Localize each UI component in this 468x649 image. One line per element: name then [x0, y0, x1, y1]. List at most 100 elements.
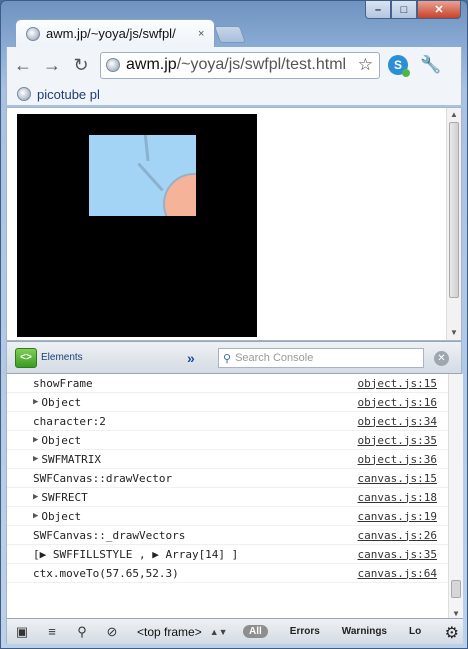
- expand-triangle-icon[interactable]: ▶: [33, 435, 38, 445]
- scrollbar-thumb[interactable]: [449, 122, 459, 298]
- source-link[interactable]: canvas.js:26: [358, 529, 437, 542]
- swf-sprite: [89, 135, 196, 216]
- source-link[interactable]: object.js:35: [358, 434, 437, 447]
- console-row: SWFCanvas::drawVector canvas.js:15: [7, 469, 463, 488]
- swf-stage: [17, 114, 257, 337]
- elements-icon[interactable]: <>: [15, 347, 37, 368]
- select-arrows-icon: ▲▼: [209, 626, 228, 637]
- console-message: Object: [41, 509, 82, 523]
- console-message: showFrame: [33, 376, 93, 390]
- console-row[interactable]: ▶ SWFRECT canvas.js:18: [7, 488, 463, 507]
- expand-triangle-icon[interactable]: ▶: [33, 454, 38, 464]
- scrollbar-thumb[interactable]: [451, 580, 461, 598]
- page-scrollbar[interactable]: ▲ ▼: [446, 108, 461, 340]
- scroll-down-icon[interactable]: ▼: [449, 609, 463, 618]
- source-link[interactable]: canvas.js:35: [358, 548, 437, 561]
- console-message: SWFRECT: [41, 490, 88, 504]
- source-link[interactable]: object.js:15: [358, 377, 437, 390]
- window-controls: – □ ✕: [365, 1, 461, 19]
- new-tab-button[interactable]: [213, 26, 247, 43]
- browser-toolbar: ← → ↻ awm.jp/~yoya/js/swfpl/test.html ☆ …: [6, 47, 462, 83]
- arrow-right-icon: →: [43, 54, 61, 75]
- scroll-up-icon[interactable]: ▲: [447, 108, 461, 122]
- globe-icon: [106, 58, 120, 72]
- source-link[interactable]: canvas.js:18: [358, 491, 437, 504]
- sprite-line: [137, 162, 164, 192]
- frame-selector-value: <top frame>: [137, 624, 202, 639]
- tab-close-icon[interactable]: ×: [198, 28, 204, 40]
- console-row: SWFCanvas::_drawVectors canvas.js:26: [7, 526, 463, 545]
- source-link[interactable]: object.js:36: [358, 453, 437, 466]
- console-row[interactable]: ▶ Object object.js:16: [7, 393, 463, 412]
- inspect-search-icon[interactable]: ⚲: [67, 619, 97, 645]
- back-button[interactable]: ←: [10, 52, 36, 78]
- close-devtools-icon[interactable]: ✕: [434, 351, 449, 366]
- scroll-down-icon[interactable]: ▼: [447, 326, 461, 340]
- expand-triangle-icon[interactable]: ▶: [33, 511, 38, 521]
- expand-triangle-icon[interactable]: ▶: [33, 492, 38, 502]
- tab-title: awm.jp/~yoya/js/swfpl/: [46, 26, 176, 41]
- globe-icon: [26, 26, 40, 41]
- console-toggle-icon[interactable]: ≡: [37, 619, 67, 645]
- browser-tab[interactable]: awm.jp/~yoya/js/swfpl/ ×: [15, 19, 215, 47]
- source-link[interactable]: object.js:16: [358, 396, 437, 409]
- console-message: SWFMATRIX: [41, 452, 102, 466]
- console-row: showFrame object.js:15: [7, 374, 463, 393]
- source-link[interactable]: canvas.js:15: [358, 472, 437, 485]
- more-panels-icon[interactable]: »: [187, 350, 195, 366]
- console-message: Object: [41, 433, 82, 447]
- expand-triangle-icon[interactable]: ▶: [33, 397, 38, 407]
- console-row[interactable]: ▶ Object object.js:35: [7, 431, 463, 450]
- address-bar[interactable]: awm.jp/~yoya/js/swfpl/test.html ☆: [100, 51, 380, 79]
- close-window-button[interactable]: ✕: [417, 1, 461, 19]
- filter-errors[interactable]: Errors: [290, 626, 320, 637]
- source-link[interactable]: canvas.js:64: [358, 567, 437, 580]
- devtools-status-bar: ▣ ≡ ⚲ ⊘ <top frame> ▲▼ All Errors Warnin…: [7, 618, 463, 644]
- console-row[interactable]: ▶ Object canvas.js:19: [7, 507, 463, 526]
- filter-all[interactable]: All: [243, 625, 268, 638]
- console-row: [▶ SWFFILLSTYLE , ▶ Array[14] ] canvas.js…: [7, 545, 463, 564]
- search-icon: ⚲: [223, 352, 232, 365]
- clear-console-icon[interactable]: ⊘: [97, 619, 127, 645]
- console-message: ctx.moveTo(57.65,52.3): [33, 566, 179, 580]
- console-output: showFrame object.js:15 ▶ Object object.js:16…: [7, 374, 463, 618]
- search-console-input[interactable]: ⚲ Search Console: [218, 348, 424, 368]
- console-message: SWFCanvas::_drawVectors: [33, 528, 186, 542]
- wrench-icon[interactable]: 🔧: [420, 55, 441, 75]
- console-row[interactable]: ▶ SWFMATRIX object.js:36: [7, 450, 463, 469]
- maximize-button[interactable]: □: [391, 1, 417, 19]
- reload-button[interactable]: ↻: [68, 52, 94, 78]
- console-message: character:2: [33, 414, 106, 428]
- devtools-toolbar: <> Elements » ⚲ Search Console ✕: [7, 341, 461, 374]
- gear-icon[interactable]: ⚙: [445, 623, 459, 643]
- bookmark-item[interactable]: picotube pl: [37, 87, 100, 102]
- extension-icon[interactable]: S: [388, 55, 410, 77]
- arrow-left-icon: ←: [14, 54, 32, 75]
- source-link[interactable]: canvas.js:19: [358, 510, 437, 523]
- elements-tab[interactable]: Elements: [41, 352, 83, 363]
- forward-button[interactable]: →: [39, 52, 65, 78]
- source-link[interactable]: object.js:34: [358, 415, 437, 428]
- reload-icon: ↻: [73, 54, 89, 75]
- console-message: [▶ SWFFILLSTYLE , ▶ Array[14] ]: [33, 547, 239, 561]
- sprite-line: [143, 135, 150, 162]
- page-viewport: ▲ ▼: [6, 107, 462, 341]
- sprite-circle: [163, 173, 196, 216]
- search-placeholder: Search Console: [235, 352, 314, 364]
- url-host: awm.jp: [126, 56, 177, 73]
- console-message: Object: [41, 395, 82, 409]
- browser-window: – □ ✕ awm.jp/~yoya/js/swfpl/ × ← → ↻ awm…: [0, 0, 468, 649]
- url-path: /~yoya/js/swfpl/test.html: [176, 56, 347, 73]
- bookmarks-bar: picotube pl: [6, 83, 462, 105]
- dock-icon[interactable]: ▣: [7, 619, 37, 645]
- devtools-panel: <> Elements » ⚲ Search Console ✕ showFra…: [6, 341, 463, 644]
- minimize-button[interactable]: –: [365, 1, 391, 19]
- filter-logs[interactable]: Lo: [409, 626, 421, 637]
- filter-warnings[interactable]: Warnings: [342, 626, 387, 637]
- star-icon[interactable]: ☆: [358, 55, 373, 75]
- console-message: SWFCanvas::drawVector: [33, 471, 173, 485]
- globe-icon: [17, 87, 31, 101]
- frame-selector[interactable]: <top frame> ▲▼: [137, 625, 237, 639]
- console-scrollbar[interactable]: ▼: [448, 374, 463, 618]
- url-text[interactable]: awm.jp/~yoya/js/swfpl/test.html: [126, 56, 352, 74]
